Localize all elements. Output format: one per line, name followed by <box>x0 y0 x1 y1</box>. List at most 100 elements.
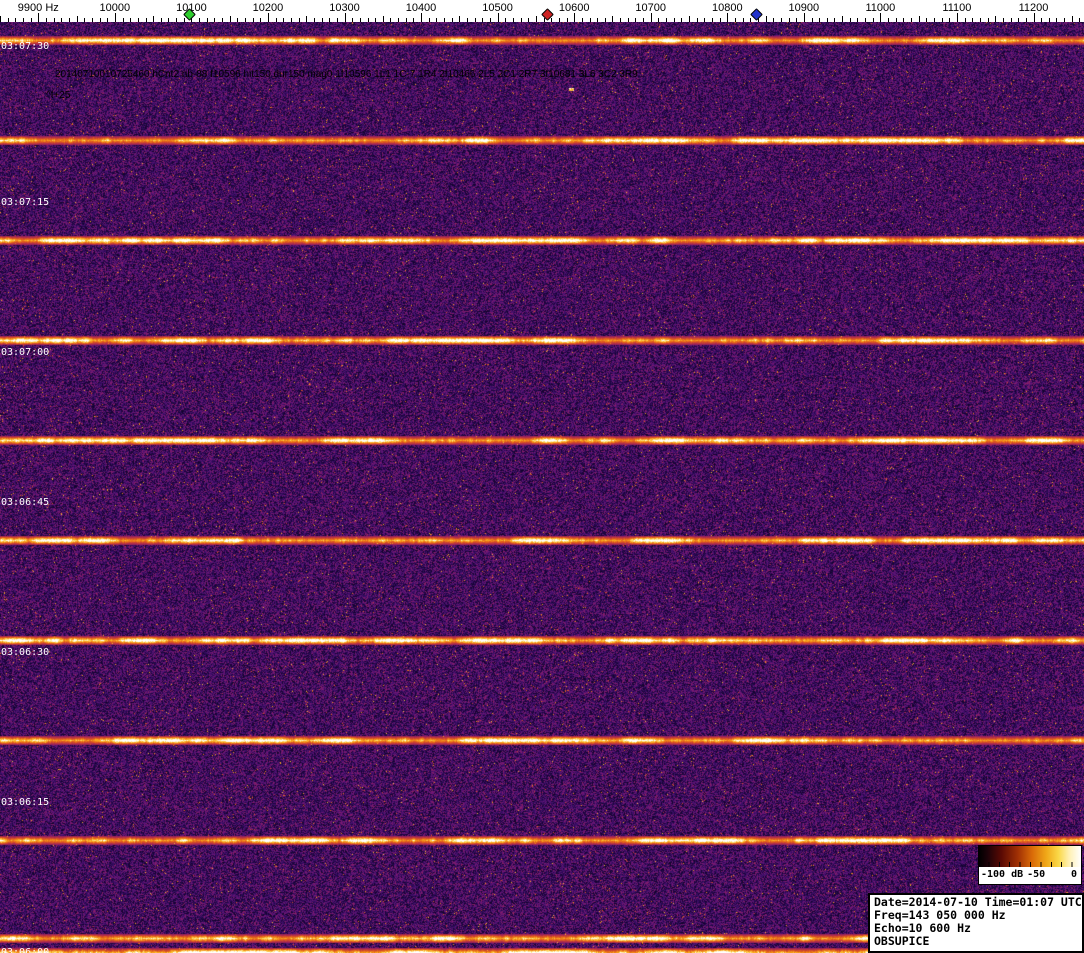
frequency-axis-tick <box>91 18 93 22</box>
frequency-axis-tick <box>711 18 713 22</box>
frequency-axis-tick <box>23 18 24 22</box>
frequency-axis-tick <box>941 18 943 22</box>
frequency-axis-tick <box>574 13 576 22</box>
frequency-axis-tick <box>359 18 361 22</box>
frequency-axis-tick <box>888 18 889 22</box>
detection-annotation-line1: 20140710010725460 hCnt2 nb-88 f10596 hit… <box>55 69 638 80</box>
frequency-axis-tick <box>803 13 805 22</box>
frequency-axis-tick <box>199 18 200 22</box>
frequency-axis-tick <box>413 18 415 22</box>
frequency-axis-tick <box>865 18 867 22</box>
intensity-gradient-bar <box>979 846 1081 867</box>
frequency-axis-tick <box>114 13 116 22</box>
frequency-axis-tick <box>428 18 430 22</box>
frequency-axis-tick <box>750 18 752 22</box>
frequency-axis-label: 11200 <box>1018 2 1049 14</box>
frequency-axis-tick <box>734 18 736 22</box>
scale-label-max: 0 <box>1070 869 1077 880</box>
frequency-axis-tick <box>1018 18 1020 22</box>
frequency-axis-tick <box>972 18 974 22</box>
frequency-axis-tick <box>367 18 369 22</box>
frequency-axis-tick <box>666 18 667 22</box>
frequency-axis-label: 11100 <box>942 2 972 14</box>
frequency-axis-tick <box>643 18 645 22</box>
frequency-axis-tick <box>696 18 698 22</box>
spectrogram-app: 9900 Hz 10000 10100 10200 10300 10400 10500 106… <box>0 0 1084 953</box>
frequency-axis-tick <box>68 18 70 22</box>
frequency-axis-tick <box>987 18 989 22</box>
frequency-axis-tick <box>153 16 155 22</box>
frequency-axis-tick <box>589 18 591 22</box>
frequency-axis-tick <box>352 18 354 22</box>
frequency-axis-tick <box>780 18 782 22</box>
frequency-axis-label: 10400 <box>405 2 437 14</box>
frequency-axis-tick <box>612 16 614 22</box>
frequency-axis-tick <box>84 18 86 22</box>
frequency-axis-tick <box>1048 18 1050 22</box>
frequency-axis-tick <box>842 16 844 22</box>
frequency-axis-tick <box>290 18 292 22</box>
observation-info-box: Date=2014-07-10 Time=01:07 UTC Freq=143 0… <box>868 893 1084 953</box>
frequency-axis-tick <box>245 18 246 22</box>
frequency-axis-tick <box>459 16 461 22</box>
frequency-axis-tick <box>719 18 721 22</box>
frequency-axis-tick <box>306 16 308 22</box>
frequency-axis-tick <box>505 18 507 22</box>
frequency-axis-tick <box>650 13 652 22</box>
frequency-axis-tick <box>849 18 851 22</box>
frequency-axis-tick <box>0 16 1 22</box>
frequency-axis-label: 10500 <box>482 2 513 14</box>
scale-label-mid: -50 <box>1027 869 1046 880</box>
frequency-axis-tick <box>451 18 453 22</box>
frequency-axis-tick <box>558 18 560 22</box>
time-axis-label: 03:07:15 <box>1 197 50 208</box>
frequency-axis-tick <box>260 18 262 22</box>
frequency-axis-tick <box>321 18 323 22</box>
time-axis-label: 03:06:15 <box>1 797 50 808</box>
frequency-axis-tick <box>61 18 63 22</box>
frequency-axis-tick <box>329 18 331 22</box>
frequency-axis-tick <box>979 18 981 22</box>
frequency-axis-tick <box>903 18 905 22</box>
frequency-axis-tick <box>949 18 951 22</box>
time-axis-label: 03:06:30 <box>1 647 50 658</box>
frequency-axis-tick <box>390 18 392 22</box>
frequency-axis-label: 11000 <box>865 2 896 14</box>
frequency-axis-tick <box>627 18 629 22</box>
frequency-axis-label: 10900 <box>788 2 820 14</box>
frequency-axis-tick <box>704 18 706 22</box>
frequency-axis-tick <box>765 16 767 22</box>
frequency-axis-tick <box>474 18 476 22</box>
frequency-axis-tick <box>137 18 139 22</box>
frequency-axis-label: 10000 <box>99 2 131 14</box>
frequency-axis-tick <box>673 18 675 22</box>
frequency-axis-tick <box>1025 18 1027 22</box>
frequency-axis-tick <box>214 18 216 22</box>
frequency-axis-tick <box>15 18 17 22</box>
frequency-axis-tick <box>796 18 798 22</box>
frequency-axis-tick <box>444 18 445 22</box>
frequency-axis-tick <box>597 18 599 22</box>
frequency-axis-tick <box>566 18 568 22</box>
frequency-axis-tick <box>934 18 935 22</box>
frequency-axis-tick <box>30 18 32 22</box>
frequency-axis-tick <box>45 18 47 22</box>
frequency-axis-tick <box>183 18 185 22</box>
frequency-axis-tick <box>283 18 285 22</box>
frequency-axis-tick <box>911 18 912 22</box>
frequency-axis-tick <box>520 18 522 22</box>
frequency-axis-label: 10300 <box>329 2 360 14</box>
frequency-axis-tick <box>336 18 338 22</box>
frequency-axis-tick <box>38 13 40 22</box>
frequency-axis-tick <box>237 18 239 22</box>
frequency-axis-tick <box>742 18 744 22</box>
frequency-axis-tick <box>826 18 828 22</box>
frequency-axis-tick <box>620 18 622 22</box>
frequency-axis-tick <box>436 18 438 22</box>
frequency-axis-tick <box>872 18 874 22</box>
frequency-axis-tick <box>1010 18 1012 22</box>
frequency-axis-tick <box>834 18 836 22</box>
time-axis-label: 03:06:00 <box>1 947 50 953</box>
detection-annotation-line2: ^t+25 <box>46 90 71 101</box>
frequency-axis-tick <box>926 18 928 22</box>
